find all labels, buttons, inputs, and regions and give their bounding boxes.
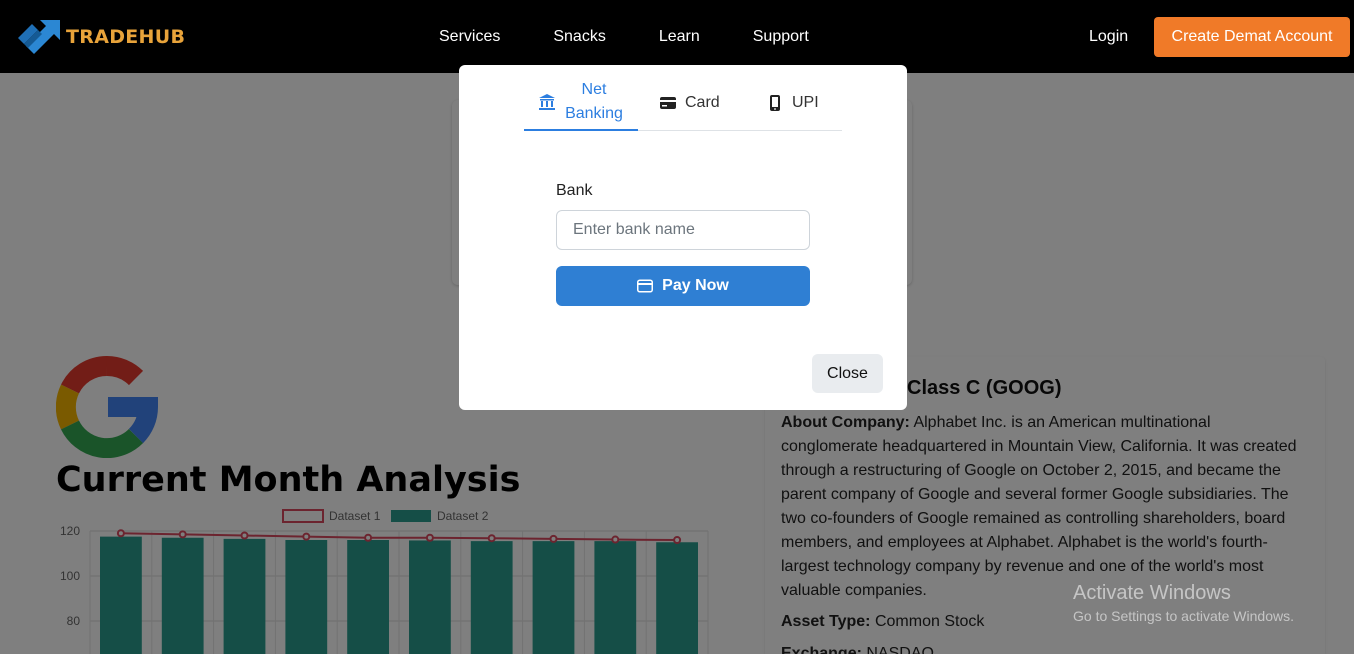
bank-icon: [539, 94, 555, 110]
nav-links: Services Snacks Learn Support: [439, 28, 862, 46]
pay-now-button[interactable]: Pay Now: [556, 266, 810, 306]
payment-tabs: Net Banking Card UPI: [524, 75, 842, 131]
watermark-subtitle: Go to Settings to activate Windows.: [1073, 608, 1294, 624]
nav-services[interactable]: Services: [439, 28, 500, 46]
login-link[interactable]: Login: [1089, 28, 1128, 46]
watermark-title: Activate Windows: [1073, 582, 1231, 604]
tab-upi[interactable]: UPI: [766, 75, 819, 131]
windows-activation-watermark: Activate Windows Go to Settings to activ…: [1073, 582, 1294, 624]
nav-support[interactable]: Support: [753, 28, 809, 46]
bank-name-input[interactable]: [556, 210, 810, 250]
brand[interactable]: TRADEHUB: [16, 18, 185, 56]
top-navbar: TRADEHUB Services Snacks Learn Support L…: [0, 0, 1354, 73]
credit-card-icon: [660, 97, 676, 109]
create-demat-account-button[interactable]: Create Demat Account: [1154, 17, 1350, 57]
tab-card-label: Card: [685, 94, 720, 111]
credit-card-icon: [637, 279, 654, 293]
brand-name: TRADEHUB: [66, 26, 186, 48]
payment-modal: Net Banking Card UPI Bank Pay Now Cl: [459, 65, 907, 410]
bank-label: Bank: [556, 182, 593, 199]
close-button[interactable]: Close: [812, 354, 883, 393]
tab-net-banking[interactable]: Net Banking: [524, 75, 638, 131]
tradehub-logo-icon: [18, 20, 60, 54]
nav-snacks[interactable]: Snacks: [553, 28, 605, 46]
nav-learn[interactable]: Learn: [659, 28, 700, 46]
mobile-phone-icon: [770, 95, 780, 111]
pay-now-label: Pay Now: [662, 277, 729, 294]
tab-upi-label: UPI: [792, 94, 819, 111]
tab-net-banking-label: Net Banking: [565, 81, 623, 122]
tab-card[interactable]: Card: [659, 75, 720, 131]
